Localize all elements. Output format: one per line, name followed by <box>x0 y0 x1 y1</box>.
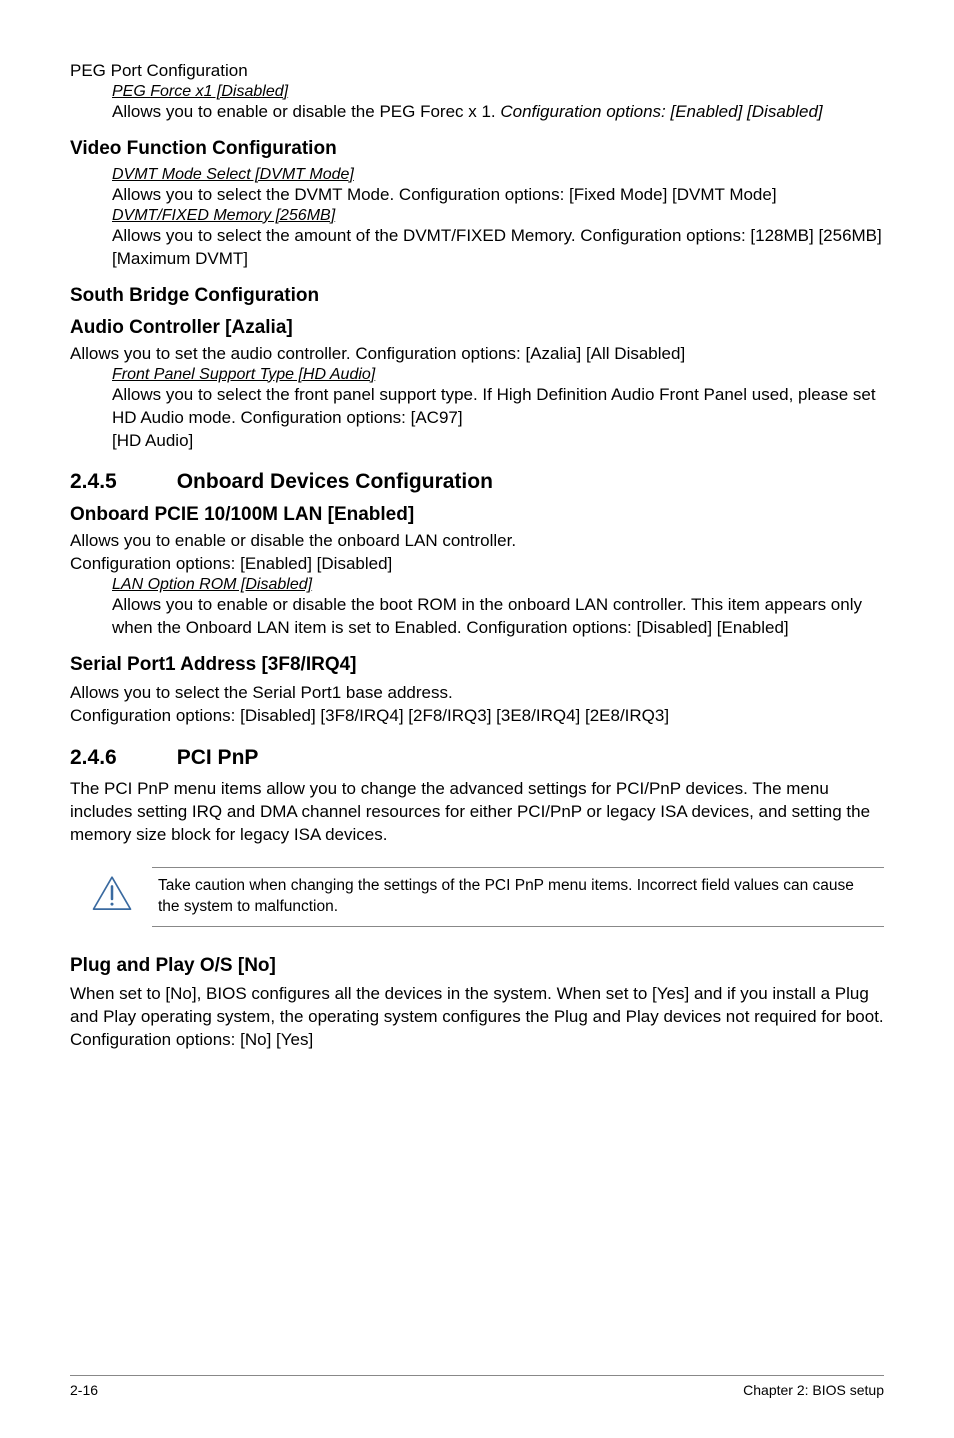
pcie-text2: Configuration options: [Enabled] [Disabl… <box>70 553 884 576</box>
front-panel-head: Front Panel Support Type [HD Audio] <box>112 366 884 384</box>
peg-text-plain: Allows you to enable or disable the PEG … <box>112 102 500 121</box>
section-246-title: PCI PnP <box>177 746 259 769</box>
serial-text1: Allows you to select the Serial Port1 ba… <box>70 682 884 705</box>
serial-text2: Configuration options: [Disabled] [3F8/I… <box>70 705 884 728</box>
page-footer: 2-16 Chapter 2: BIOS setup <box>70 1375 884 1398</box>
dvmt-mode-head: DVMT Mode Select [DVMT Mode] <box>112 166 884 184</box>
serial-title: Serial Port1 Address [3F8/IRQ4] <box>70 654 884 676</box>
lan-rom-head: LAN Option ROM [Disabled] <box>112 576 884 594</box>
peg-text-config: Configuration options: [Enabled] [Disabl… <box>500 102 822 121</box>
dvmt-mode-text: Allows you to select the DVMT Mode. Conf… <box>112 184 884 207</box>
dvmt-mem-text: Allows you to select the amount of the D… <box>112 225 884 271</box>
section-246: 2.4.6 PCI PnP <box>70 746 884 770</box>
peg-force-head: PEG Force x1 [Disabled] <box>112 83 884 101</box>
plug-text1: When set to [No], BIOS configures all th… <box>70 983 884 1029</box>
audio-text: Allows you to set the audio controller. … <box>70 343 884 366</box>
alert-icon <box>90 875 134 918</box>
footer-chapter: Chapter 2: BIOS setup <box>743 1382 884 1398</box>
dvmt-mem-head: DVMT/FIXED Memory [256MB] <box>112 207 884 225</box>
caution-text: Take caution when changing the settings … <box>152 867 884 927</box>
peg-title: PEG Port Configuration <box>70 60 884 83</box>
front-panel-text2: [HD Audio] <box>112 430 884 453</box>
peg-force-text: Allows you to enable or disable the PEG … <box>112 101 884 124</box>
section-245-title: Onboard Devices Configuration <box>177 470 493 493</box>
plug-title: Plug and Play O/S [No] <box>70 955 884 977</box>
section-245: 2.4.5 Onboard Devices Configuration <box>70 470 884 494</box>
footer-page-number: 2-16 <box>70 1382 98 1398</box>
south-bridge-title: South Bridge Configuration <box>70 285 884 307</box>
section-246-num: 2.4.6 <box>70 746 117 769</box>
section-245-num: 2.4.5 <box>70 470 117 493</box>
front-panel-text1: Allows you to select the front panel sup… <box>112 384 884 430</box>
video-title: Video Function Configuration <box>70 138 884 160</box>
pcie-text1: Allows you to enable or disable the onbo… <box>70 530 884 553</box>
plug-text2: Configuration options: [No] [Yes] <box>70 1029 884 1052</box>
audio-title: Audio Controller [Azalia] <box>70 317 884 339</box>
caution-callout: Take caution when changing the settings … <box>70 867 884 927</box>
pcie-title: Onboard PCIE 10/100M LAN [Enabled] <box>70 504 884 526</box>
lan-rom-text: Allows you to enable or disable the boot… <box>112 594 884 640</box>
pci-pnp-text: The PCI PnP menu items allow you to chan… <box>70 778 884 847</box>
